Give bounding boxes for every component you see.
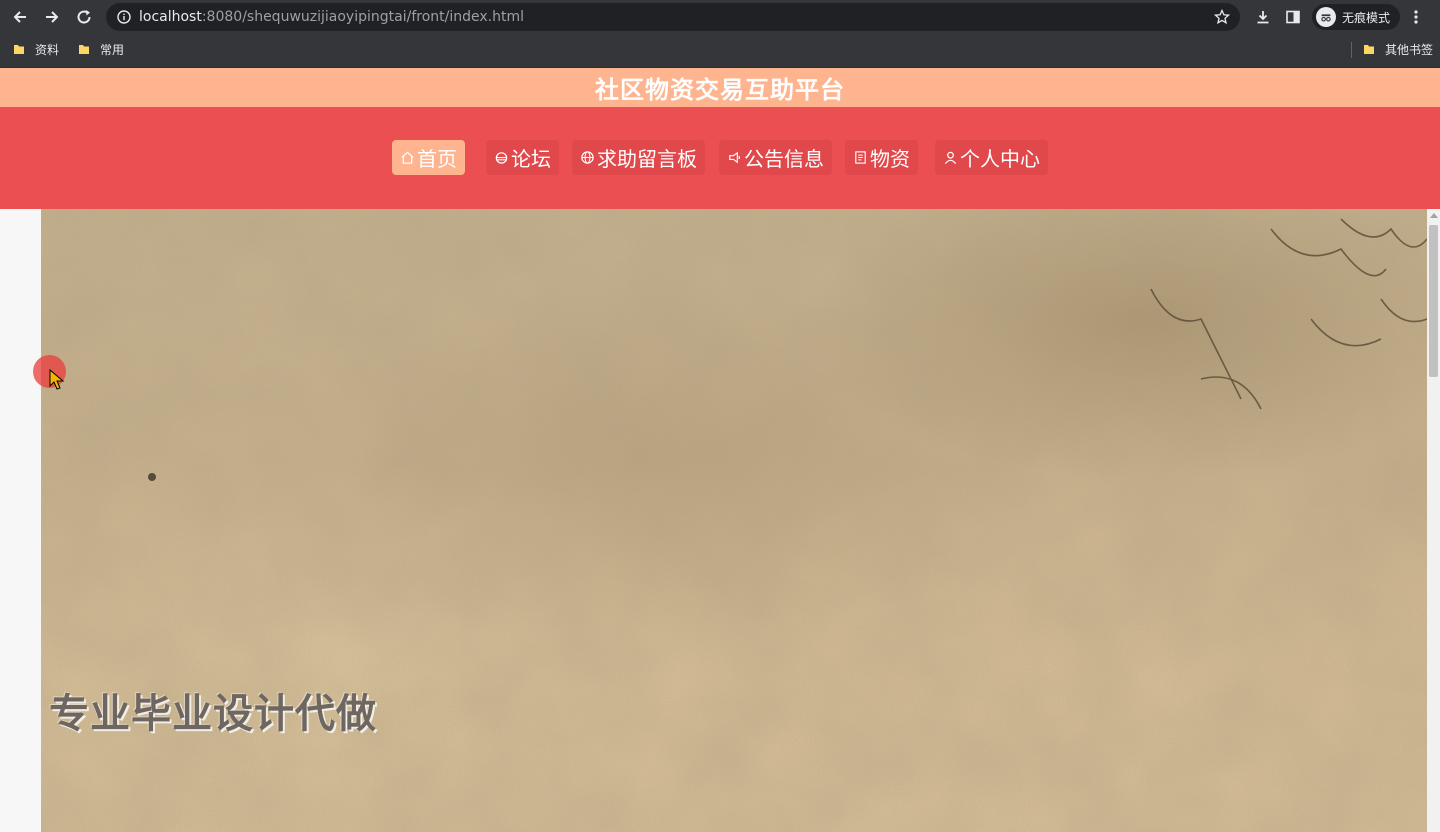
nav-item-label: 求助留言板 (597, 147, 697, 171)
hero-banner[interactable]: 专业毕业设计代做 (41, 209, 1427, 832)
bookmark-star-icon[interactable] (1214, 9, 1230, 25)
bookmark-folder-ziliao[interactable]: 资料 (13, 34, 59, 64)
toolbar-right: 无痕模式 (1248, 0, 1428, 34)
incognito-indicator[interactable]: 无痕模式 (1312, 4, 1401, 30)
forward-button[interactable] (36, 0, 68, 34)
more-vertical-icon (1414, 10, 1418, 24)
document-icon (855, 151, 866, 164)
bookmark-label: 其他书签 (1385, 42, 1434, 57)
back-button[interactable] (4, 0, 36, 34)
bookmarks-bar: 资料 常用 其他书签 (0, 34, 1440, 68)
folder-icon (1364, 45, 1374, 54)
bookmarks-separator (1351, 42, 1352, 58)
nav-item-home[interactable]: 首页 (392, 140, 465, 175)
reload-icon (77, 10, 91, 24)
home-icon (401, 151, 414, 164)
url-path: :8080/shequwuzijiaoyipingtai/front/index… (201, 9, 524, 25)
side-panel-button[interactable] (1278, 0, 1308, 34)
nav-item-help-board[interactable]: 求助留言板 (572, 140, 705, 175)
folder-icon (79, 45, 89, 54)
incognito-label: 无痕模式 (1342, 10, 1391, 25)
scroll-up-arrow-icon[interactable] (1430, 213, 1438, 218)
downloads-button[interactable] (1248, 0, 1278, 34)
nav-item-label: 物资 (870, 147, 910, 171)
url-host: localhost (139, 9, 202, 25)
scrollbar-thumb[interactable] (1429, 225, 1438, 377)
nav-item-supplies[interactable]: 物资 (845, 140, 918, 175)
nav-item-forum[interactable]: 论坛 (486, 140, 559, 175)
nav-item-profile[interactable]: 个人中心 (935, 140, 1048, 175)
bookmark-folder-changyong[interactable]: 常用 (78, 34, 124, 64)
nav-item-label: 个人中心 (960, 147, 1040, 171)
nav-item-announcements[interactable]: 公告信息 (719, 140, 832, 175)
bookmark-label: 资料 (35, 42, 60, 57)
nav-item-label: 公告信息 (744, 147, 824, 171)
globe-icon (581, 151, 594, 164)
side-panel-icon (1286, 10, 1300, 24)
nav-item-label: 首页 (417, 147, 457, 171)
user-icon (944, 151, 957, 164)
back-arrow-icon (13, 11, 26, 23)
page-title: 社区物资交易互助平台 (595, 76, 845, 104)
mouse-cursor-icon (49, 369, 65, 390)
download-icon (1257, 11, 1269, 24)
folder-icon (14, 45, 24, 54)
announcement-icon (729, 151, 740, 164)
content-area: 专业毕业设计代做 (0, 209, 1440, 832)
hero-caption: 专业毕业设计代做 (49, 691, 377, 737)
main-nav: 首页 论坛 求助留言板 公告信息 物资 个人中心 (0, 107, 1440, 209)
page-scrollbar[interactable] (1427, 209, 1440, 832)
incognito-icon (1316, 7, 1336, 27)
url-text[interactable]: localhost:8080/shequwuzijiaoyipingtai/fr… (139, 9, 524, 25)
bookmark-label: 常用 (100, 42, 125, 57)
nav-item-label: 论坛 (511, 147, 551, 171)
reload-button[interactable] (68, 0, 100, 34)
browser-menu-button[interactable] (1404, 0, 1428, 34)
site-info-icon[interactable] (117, 10, 131, 24)
browser-toolbar: localhost:8080/shequwuzijiaoyipingtai/fr… (0, 0, 1440, 34)
forward-arrow-icon (46, 11, 59, 23)
site-header: 社区物资交易互助平台 (0, 68, 1440, 107)
address-bar[interactable]: localhost:8080/shequwuzijiaoyipingtai/fr… (106, 3, 1240, 31)
bookmark-folder-other[interactable]: 其他书签 (1363, 34, 1433, 64)
forum-icon (495, 152, 508, 164)
